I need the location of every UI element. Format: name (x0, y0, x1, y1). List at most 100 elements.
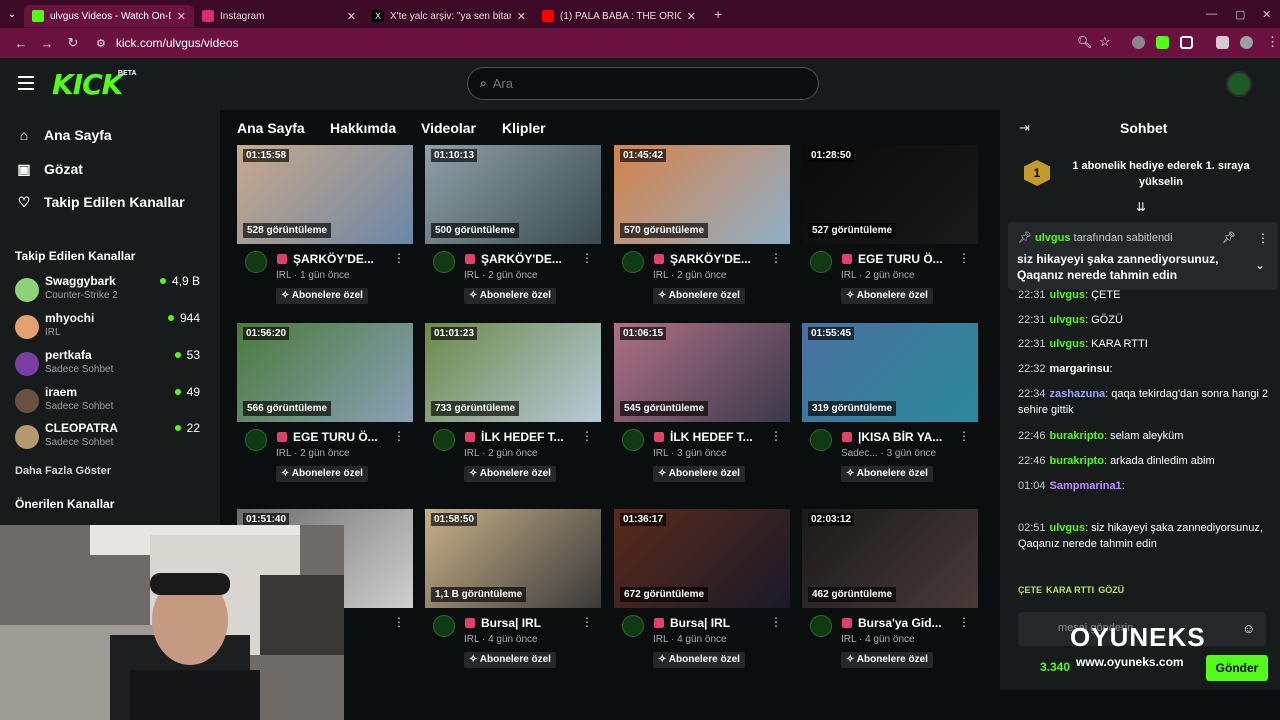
search-box[interactable]: ⌕ (467, 67, 819, 100)
user-avatar[interactable] (1226, 71, 1252, 97)
video-title[interactable]: ŞARKÖY'DE... (654, 252, 751, 266)
emote[interactable]: GÖZÜ (1098, 585, 1124, 605)
close-window-icon[interactable]: ✕ (1262, 8, 1271, 21)
video-card[interactable]: 01:45:42 570 görüntüleme ŞARKÖY'DE... IRL ·… (614, 145, 790, 320)
kick-points[interactable]: 3.340 (1040, 660, 1070, 674)
tab-search-icon[interactable]: ⌄ (0, 9, 24, 20)
message-user[interactable]: zashazuna (1050, 388, 1106, 400)
reload-icon[interactable]: ↻ (60, 35, 86, 51)
video-menu-icon[interactable]: ⋮ (393, 429, 405, 443)
tab-videos[interactable]: Videolar (421, 120, 476, 136)
video-card[interactable]: 01:58:50 1,1 B görüntüleme Bursa| IRL IRL ·… (425, 509, 601, 684)
close-tab-icon[interactable]: ✕ (517, 10, 526, 23)
video-title[interactable]: EGE TURU Ö... (277, 430, 378, 444)
video-menu-icon[interactable]: ⋮ (770, 429, 782, 443)
tab-youtube[interactable]: (1) PALA BABA : THE ORIGIN ST✕ (534, 5, 704, 27)
search-input[interactable] (492, 76, 669, 91)
show-more-link[interactable]: Daha Fazla Göster (15, 465, 111, 477)
tab-x[interactable]: XX'te yalc arşiv: "ya sen bitanesin✕ (364, 5, 534, 27)
video-title[interactable]: |KISA BİR YA... (842, 430, 942, 444)
tab-clips[interactable]: Klipler (502, 120, 546, 136)
channel-avatar[interactable] (810, 429, 832, 451)
channel-avatar[interactable] (433, 615, 455, 637)
video-thumbnail[interactable]: 01:28:50 527 görüntüleme (802, 145, 978, 244)
video-thumbnail[interactable]: 01:56:20 566 görüntüleme (237, 323, 413, 422)
zoom-icon[interactable]: 🔍︎ (1077, 35, 1092, 49)
url-field[interactable]: kick.com/ulvgus/videos (116, 36, 239, 50)
video-menu-icon[interactable]: ⋮ (958, 429, 970, 443)
expand-pinned-icon[interactable]: ⌄ (1255, 258, 1265, 272)
message-user[interactable]: ulvgus (1050, 289, 1085, 301)
channel-avatar[interactable] (245, 429, 267, 451)
video-title[interactable]: İLK HEDEF T... (654, 430, 753, 444)
video-thumbnail[interactable]: 01:58:50 1,1 B görüntüleme (425, 509, 601, 608)
collapse-chat-icon[interactable]: ⇥ (1019, 120, 1030, 136)
channel-avatar[interactable] (622, 615, 644, 637)
close-tab-icon[interactable]: ✕ (177, 10, 186, 23)
tab-home[interactable]: Ana Sayfa (237, 120, 305, 136)
video-card[interactable]: 01:15:58 528 görüntüleme ŞARKÖY'DE... IRL ·… (237, 145, 413, 320)
followed-channel-iraem[interactable]: iraem Sadece Sohbet 49 (15, 385, 200, 421)
extension-circle-icon[interactable] (1132, 36, 1145, 49)
channel-avatar[interactable] (810, 615, 832, 637)
profile-icon[interactable] (1240, 36, 1253, 49)
video-thumbnail[interactable]: 01:36:17 672 görüntüleme (614, 509, 790, 608)
followed-channel-pertkafa[interactable]: pertkafa Sadece Sohbet 53 (15, 348, 200, 384)
video-menu-icon[interactable]: ⋮ (581, 615, 593, 629)
video-menu-icon[interactable]: ⋮ (770, 615, 782, 629)
message-user[interactable]: burakripto (1050, 455, 1104, 467)
pinned-menu-icon[interactable]: ⋮ (1257, 231, 1269, 245)
new-tab-icon[interactable]: + (714, 6, 722, 22)
video-menu-icon[interactable]: ⋮ (581, 429, 593, 443)
emote[interactable]: KARA RTTI (1046, 585, 1094, 605)
sidebar-item-following[interactable]: ♡ Takip Edilen Kanallar (16, 194, 185, 210)
video-card[interactable]: 01:56:20 566 görüntüleme EGE TURU Ö... IRL … (237, 323, 413, 498)
video-menu-icon[interactable]: ⋮ (393, 615, 405, 629)
bookmark-star-icon[interactable]: ☆ (1099, 34, 1111, 50)
back-arrow-icon[interactable]: ← (8, 36, 34, 51)
video-thumbnail[interactable]: 01:01:23 733 görüntüleme (425, 323, 601, 422)
extensions-puzzle-icon[interactable] (1180, 36, 1193, 49)
sidebar-item-home[interactable]: ⌂ Ana Sayfa (16, 127, 112, 143)
tab-instagram[interactable]: Instagram ✕ (194, 5, 364, 27)
video-card[interactable]: 01:06:15 545 görüntüleme İLK HEDEF T... IRL… (614, 323, 790, 498)
minimize-icon[interactable]: — (1206, 8, 1217, 20)
kick-logo[interactable]: KICK (52, 68, 123, 101)
send-button[interactable]: Gönder (1206, 655, 1268, 681)
video-thumbnail[interactable]: 01:45:42 570 görüntüleme (614, 145, 790, 244)
video-card[interactable]: 01:01:23 733 görüntüleme İLK HEDEF T... IRL… (425, 323, 601, 498)
message-user[interactable]: ulvgus (1050, 522, 1085, 534)
tab-about[interactable]: Hakkımda (330, 120, 396, 136)
video-card[interactable]: 01:36:17 672 görüntüleme Bursa| IRL IRL · 4… (614, 509, 790, 684)
video-title[interactable]: ŞARKÖY'DE... (277, 252, 374, 266)
video-menu-icon[interactable]: ⋮ (581, 251, 593, 265)
followed-channel-swaggybark[interactable]: Swaggybark Counter-Strike 2 4,9 B (15, 274, 200, 310)
followed-channel-cleopatra[interactable]: CLEOPATRA Sadece Sohbet 22 (15, 421, 200, 457)
video-card[interactable]: 01:10:13 500 görüntüleme ŞARKÖY'DE... IRL ·… (425, 145, 601, 320)
channel-avatar[interactable] (433, 429, 455, 451)
message-user[interactable]: Sampmarina1 (1050, 480, 1122, 492)
channel-avatar[interactable] (622, 251, 644, 273)
message-user[interactable]: burakripto (1050, 430, 1104, 442)
kick-extension-icon[interactable] (1156, 36, 1169, 49)
emote[interactable]: ÇETE (1018, 585, 1042, 605)
tab-kick[interactable]: ulvgus Videos - Watch On-Dem✕ (24, 5, 194, 27)
video-menu-icon[interactable]: ⋮ (958, 615, 970, 629)
expand-leaderboard-icon[interactable]: ⇊ (1136, 200, 1146, 214)
video-menu-icon[interactable]: ⋮ (770, 251, 782, 265)
followed-channel-mhyochi[interactable]: mhyochi IRL 944 (15, 311, 200, 347)
video-menu-icon[interactable]: ⋮ (393, 251, 405, 265)
channel-avatar[interactable] (810, 251, 832, 273)
video-title[interactable]: İLK HEDEF T... (465, 430, 564, 444)
video-thumbnail[interactable]: 01:06:15 545 görüntüleme (614, 323, 790, 422)
message-user[interactable]: margarinsu (1050, 363, 1110, 375)
video-title[interactable]: ŞARKÖY'DE... (465, 252, 562, 266)
site-info-icon[interactable]: ⚙ (96, 37, 106, 50)
channel-avatar[interactable] (245, 251, 267, 273)
maximize-icon[interactable]: ▢ (1235, 8, 1245, 21)
video-title[interactable]: Bursa| IRL (465, 616, 541, 630)
emoji-icon[interactable]: ☺ (1242, 621, 1255, 636)
video-title[interactable]: Bursa'ya Gid... (842, 616, 942, 630)
hamburger-menu-icon[interactable] (18, 76, 34, 90)
channel-avatar[interactable] (622, 429, 644, 451)
